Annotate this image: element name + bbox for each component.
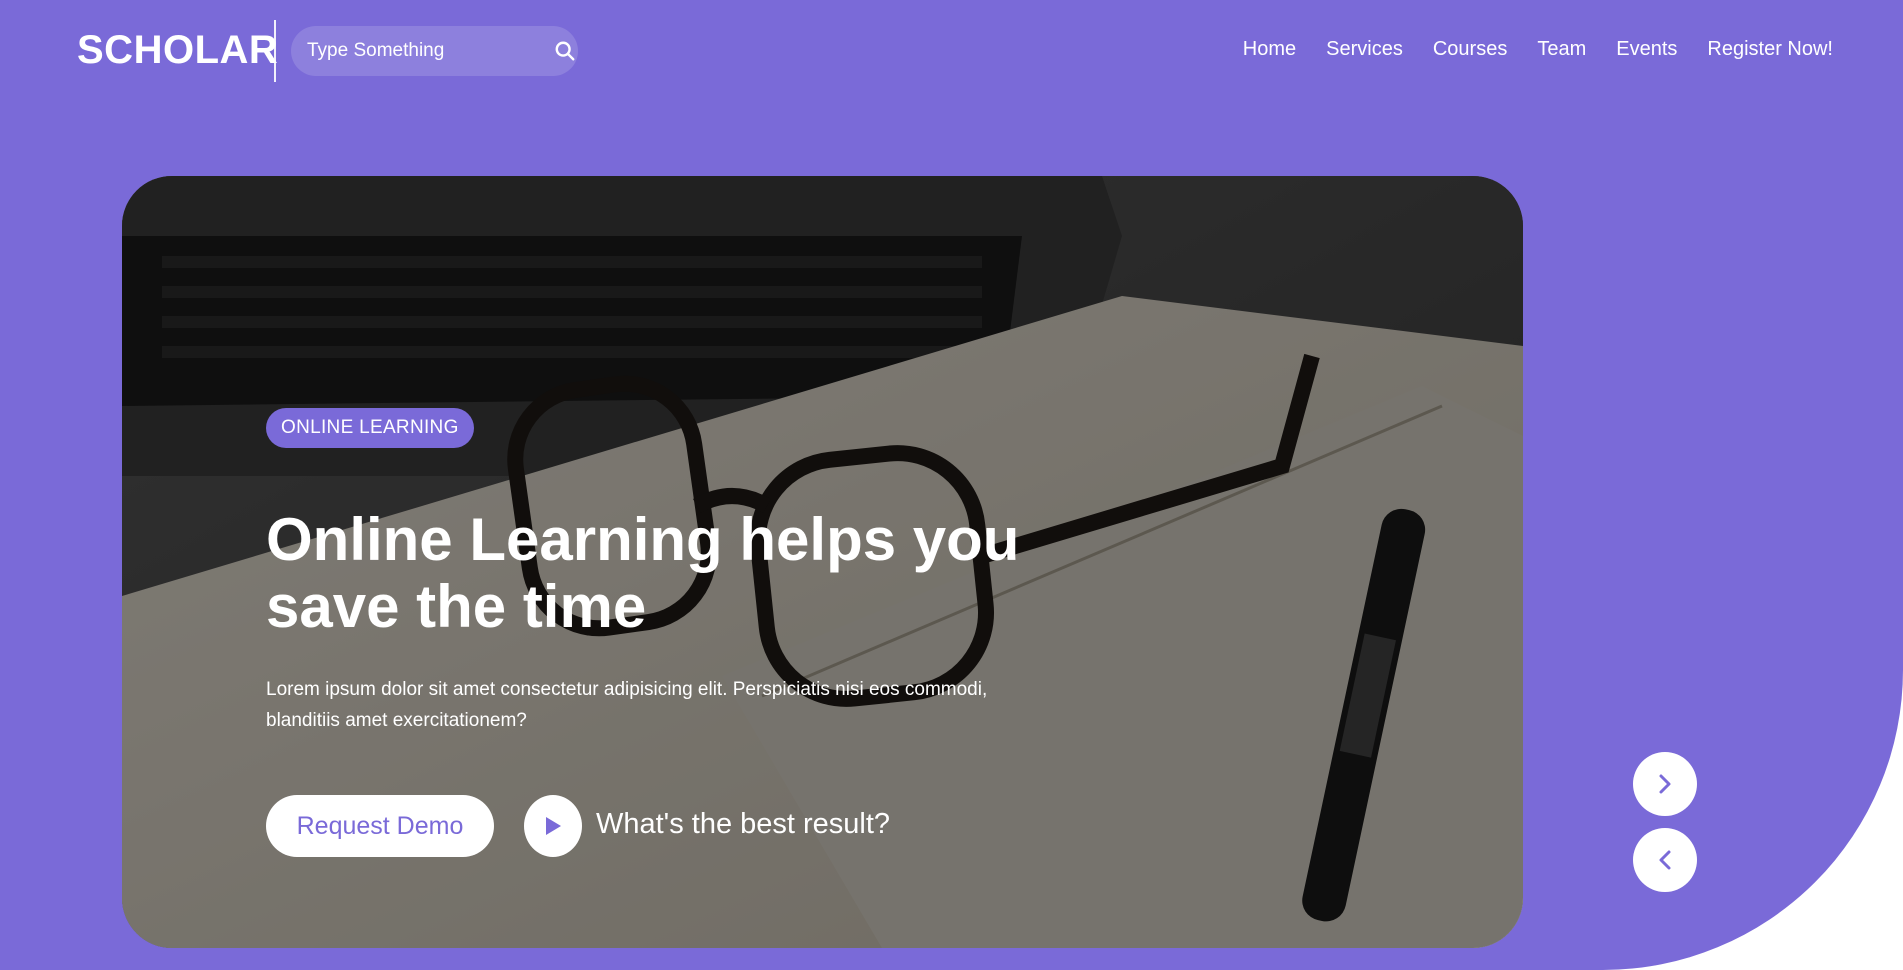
logo[interactable]: SCHOLAR [77,28,278,73]
play-icon [546,817,561,835]
nav-register[interactable]: Register Now! [1707,38,1833,61]
best-result-link[interactable]: What's the best result? [596,808,890,841]
nav-team[interactable]: Team [1537,38,1586,61]
main-nav: Home Services Courses Team Events Regist… [1213,38,1833,61]
carousel-prev-button[interactable] [1633,828,1697,892]
category-badge: ONLINE LEARNING [266,408,474,448]
play-button[interactable] [524,795,582,857]
carousel-next-button[interactable] [1633,752,1697,816]
search-input[interactable] [305,39,554,63]
logo-divider [274,20,276,82]
chevron-right-icon [1659,774,1671,794]
chevron-left-icon [1659,850,1671,870]
request-demo-button[interactable]: Request Demo [266,795,494,857]
hero-title: Online Learning helps you save the time [266,506,1020,640]
nav-services[interactable]: Services [1326,38,1403,61]
search-box [291,26,578,76]
hero-description: Lorem ipsum dolor sit amet consectetur a… [266,679,988,731]
nav-courses[interactable]: Courses [1433,38,1507,61]
nav-events[interactable]: Events [1616,38,1677,61]
hero-banner: ONLINE LEARNING Online Learning helps yo… [122,176,1523,948]
nav-home[interactable]: Home [1243,38,1296,61]
search-icon[interactable] [554,38,576,64]
